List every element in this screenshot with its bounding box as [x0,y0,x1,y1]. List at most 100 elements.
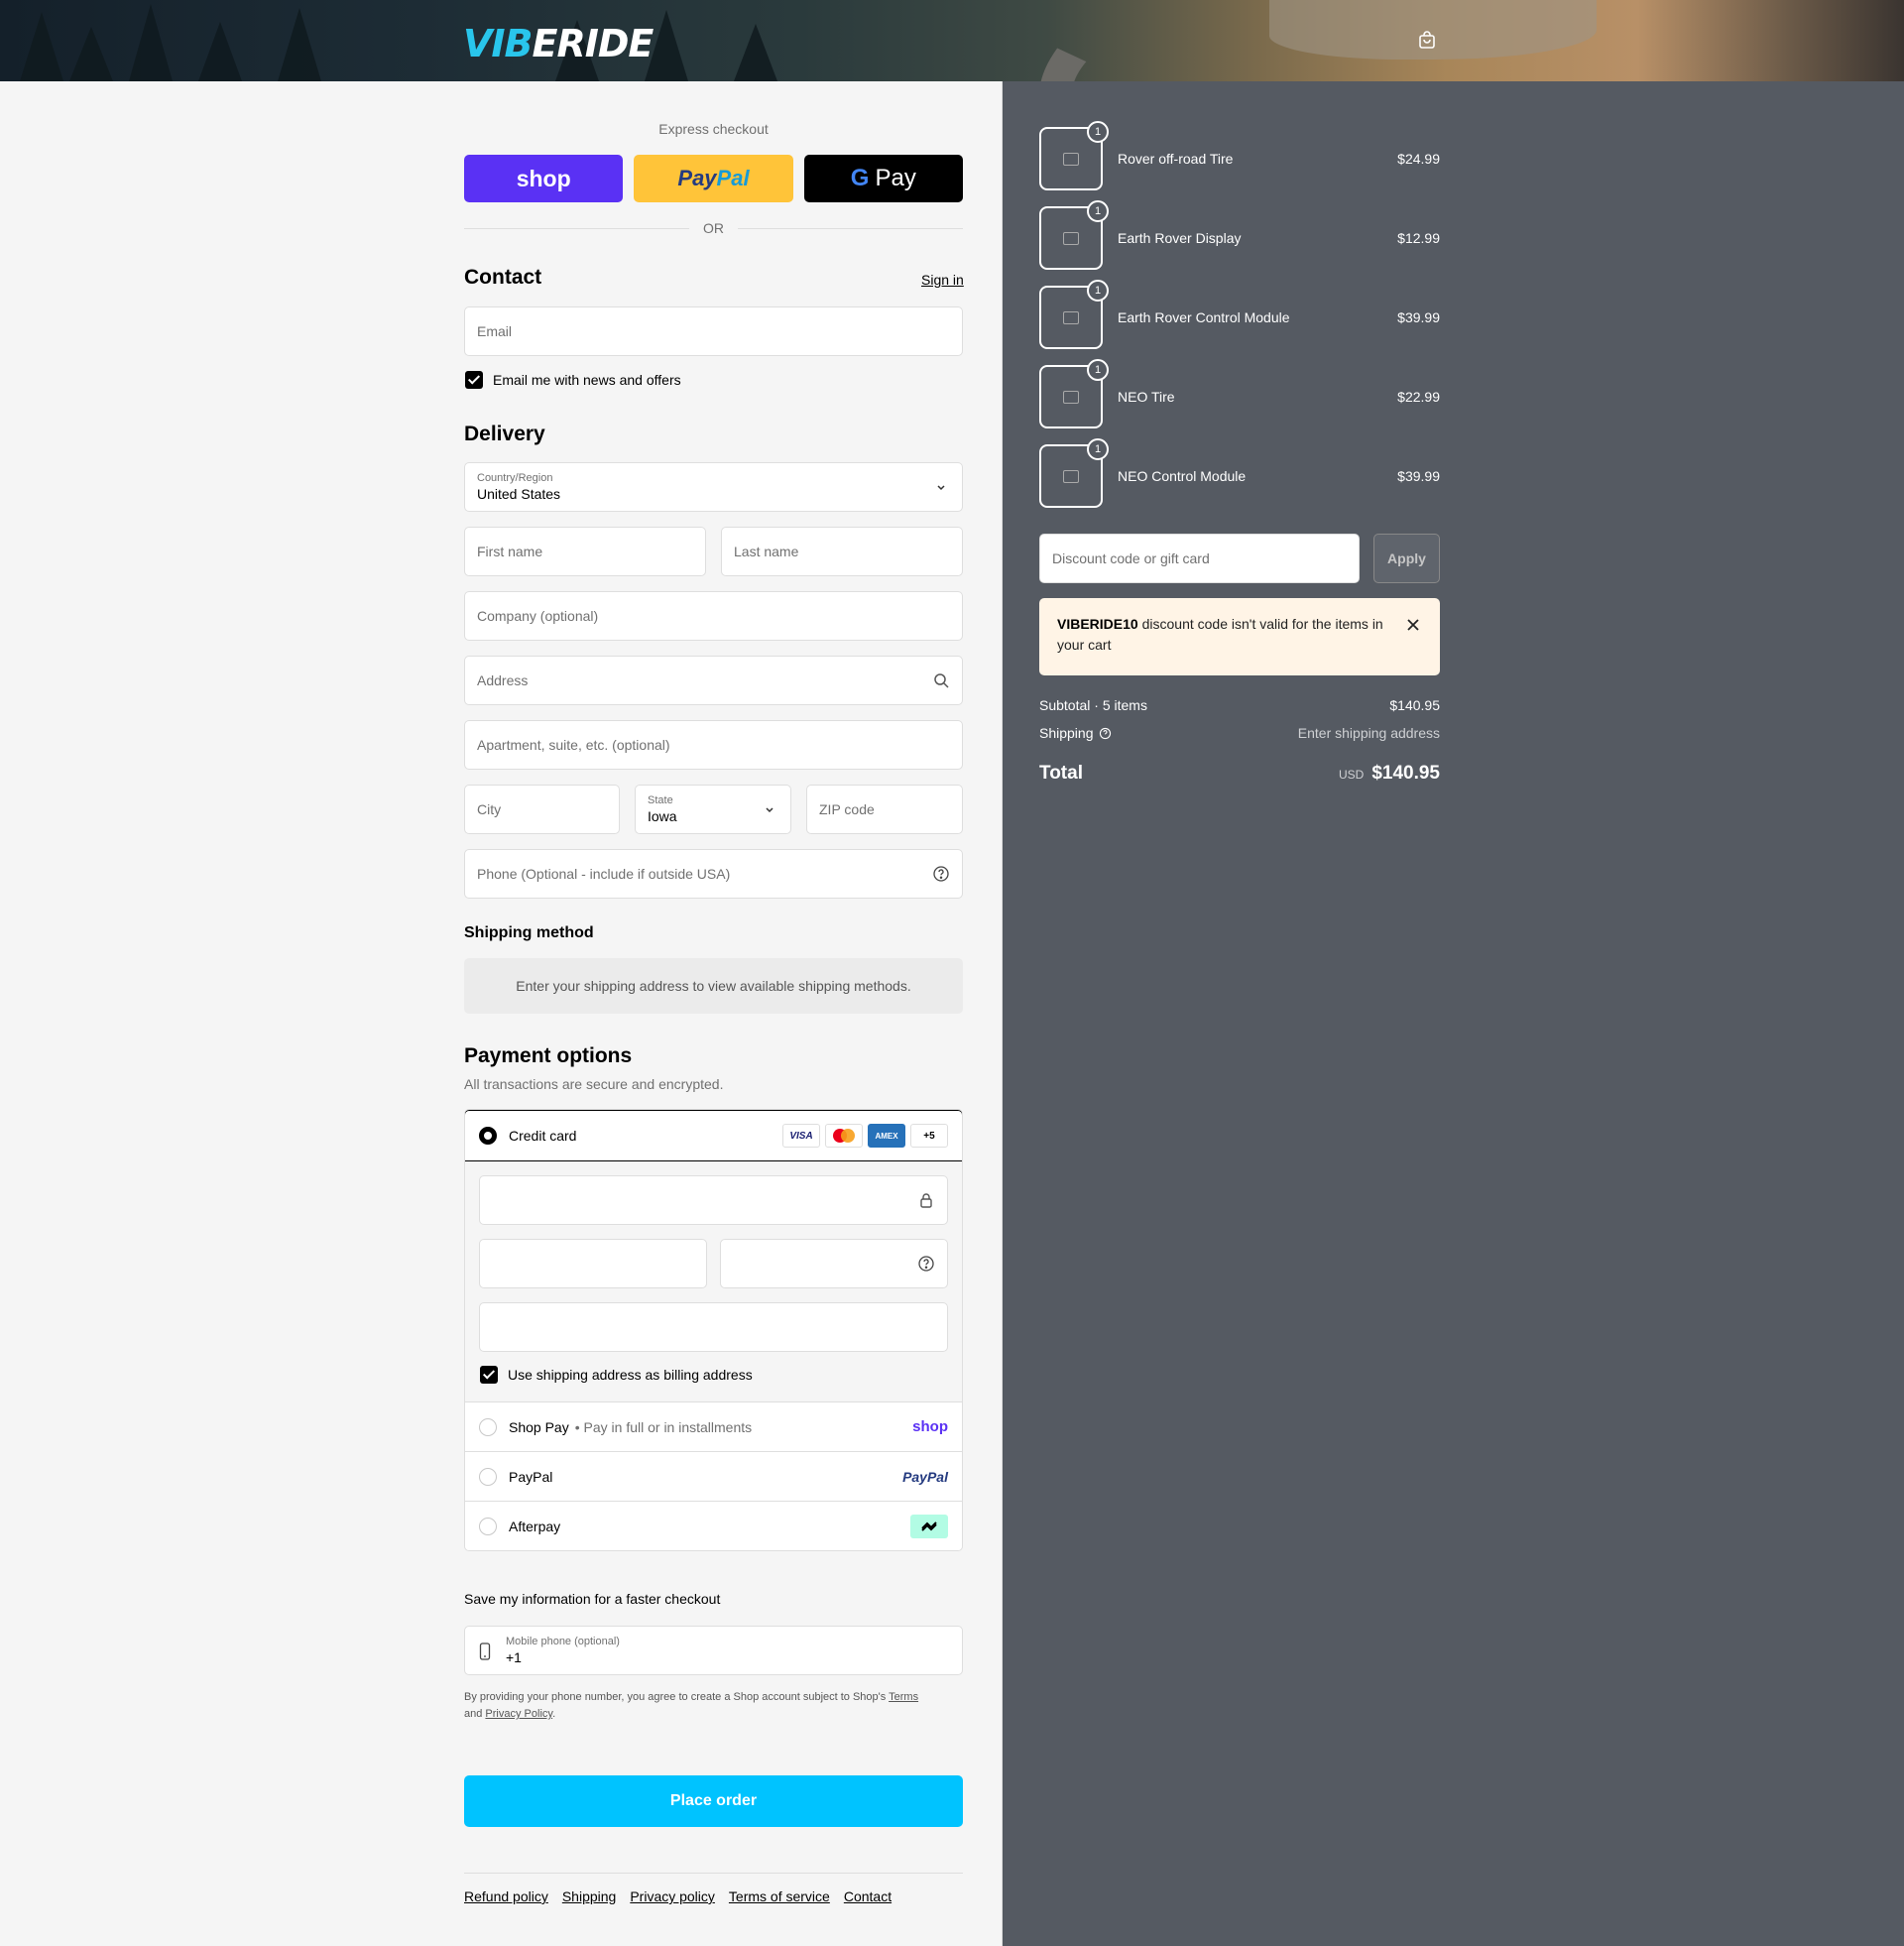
help-circle-icon[interactable] [1099,727,1112,740]
contact-link[interactable]: Contact [844,1888,892,1904]
visa-icon: VISA [782,1124,820,1148]
banner-road [1012,0,1408,81]
close-icon[interactable] [1406,618,1420,632]
refund-policy-link[interactable]: Refund policy [464,1888,548,1904]
apply-discount-button[interactable]: Apply [1373,534,1440,583]
cart-item: 1 Rover off-road Tire $24.99 [1039,121,1440,190]
express-checkout-buttons: shop Pay Pal G Pay [464,155,963,202]
shopping-bag-icon[interactable] [1417,30,1437,50]
first-name-field[interactable]: First name [464,527,706,576]
news-checkbox-row[interactable]: Email me with news and offers [465,371,681,389]
sign-in-link[interactable]: Sign in [921,272,964,288]
country-label: Country/Region [477,472,553,484]
order-summary-column [1002,81,1904,1946]
paypal-logo: PayPal [902,1468,948,1485]
viberide-logo[interactable]: VIBERIDE [463,22,654,65]
banner-tree [129,4,173,81]
shop-pay-logo: shop [912,1418,948,1435]
product-thumbnail: 1 [1039,280,1109,349]
help-circle-icon[interactable] [917,1255,935,1273]
afterpay-logo-icon [910,1514,948,1538]
discount-code: VIBERIDE10 [1057,616,1138,632]
city-field[interactable]: City [464,785,620,834]
discount-error-alert: VIBERIDE10 discount code isn't valid for… [1039,598,1440,675]
help-circle-icon[interactable] [932,865,950,883]
product-name: Rover off-road Tire [1118,151,1234,167]
billing-checkbox[interactable] [480,1366,498,1384]
afterpay-radio[interactable] [479,1517,497,1535]
address-field[interactable]: Address [464,656,963,705]
paypal-option[interactable]: PayPal PayPal [465,1451,962,1501]
news-checkbox[interactable] [465,371,483,389]
state-select[interactable]: State Iowa [635,785,791,834]
banner-tree [20,12,63,81]
mobile-phone-field[interactable]: Mobile phone (optional) +1 [464,1626,963,1675]
express-checkout-label: Express checkout [658,121,769,137]
image-placeholder-icon [1063,310,1079,324]
shipping-method-title: Shipping method [464,924,594,941]
image-placeholder-icon [1063,469,1079,483]
product-thumbnail: 1 [1039,121,1109,190]
product-price: $39.99 [1397,309,1440,325]
card-logos: VISA AMEX +5 [782,1124,948,1148]
cart-item: 1 Earth Rover Control Module $39.99 [1039,280,1440,349]
product-price: $24.99 [1397,151,1440,167]
address-placeholder: Address [477,672,529,688]
product-thumbnail: 1 [1039,359,1109,428]
shop-pay-option[interactable]: Shop Pay • Pay in full or in installment… [465,1401,962,1451]
company-field[interactable]: Company (optional) [464,591,963,641]
afterpay-option[interactable]: Afterpay [465,1501,962,1550]
product-name: Earth Rover Control Module [1118,309,1290,325]
shipping-row: Shipping Enter shipping address [1039,725,1440,741]
place-order-button[interactable]: Place order [464,1775,963,1827]
card-expiry-field[interactable] [479,1239,707,1288]
chevron-down-icon [937,485,945,491]
quantity-badge: 1 [1087,359,1109,381]
quantity-badge: 1 [1087,438,1109,460]
product-price: $39.99 [1397,468,1440,484]
shop-pay-express-button[interactable]: shop [464,155,624,202]
total-value: $140.95 [1371,763,1440,784]
credit-card-radio[interactable] [479,1127,497,1145]
shipping-link[interactable]: Shipping [562,1888,617,1904]
payment-title: Payment options [464,1044,633,1067]
or-divider: OR [464,220,963,236]
subtotal-label: Subtotal · 5 items [1039,697,1147,713]
google-g-icon: G [850,165,870,191]
product-name: NEO Tire [1118,389,1175,405]
quantity-badge: 1 [1087,200,1109,222]
last-name-field[interactable]: Last name [721,527,963,576]
credit-card-option[interactable]: Credit card VISA AMEX +5 [465,1110,962,1161]
banner-tree [734,24,777,81]
zip-field[interactable]: ZIP code [806,785,963,834]
delivery-title: Delivery [464,423,545,445]
billing-checkbox-row[interactable]: Use shipping address as billing address [480,1366,753,1384]
privacy-policy-footer-link[interactable]: Privacy policy [630,1888,715,1904]
privacy-policy-link[interactable]: Privacy Policy [485,1708,552,1720]
card-name-field[interactable] [479,1302,948,1352]
card-cvv-field[interactable] [720,1239,948,1288]
shipping-label: Shipping [1039,725,1094,741]
apartment-field[interactable]: Apartment, suite, etc. (optional) [464,720,963,770]
product-price: $12.99 [1397,230,1440,246]
billing-checkbox-label: Use shipping address as billing address [508,1367,753,1383]
news-checkbox-label: Email me with news and offers [493,372,681,388]
quantity-badge: 1 [1087,280,1109,302]
discount-code-input[interactable]: Discount code or gift card [1039,534,1360,583]
payment-options-box: Credit card VISA AMEX +5 Use shipping ad… [464,1109,963,1551]
more-cards-badge: +5 [910,1124,948,1148]
card-number-field[interactable] [479,1175,948,1225]
google-pay-express-button[interactable]: G Pay [803,155,963,202]
save-info-title: Save my information for a faster checkou… [464,1591,721,1607]
terms-link[interactable]: Terms [889,1691,918,1703]
paypal-express-button[interactable]: Pay Pal [634,155,793,202]
country-select[interactable]: Country/Region United States [464,462,963,512]
lock-icon [920,1193,932,1208]
phone-field[interactable]: Phone (Optional - include if outside USA… [464,849,963,899]
paypal-radio[interactable] [479,1467,497,1486]
shop-pay-sublabel: • Pay in full or in installments [574,1418,753,1435]
terms-of-service-link[interactable]: Terms of service [729,1888,830,1904]
afterpay-label: Afterpay [509,1518,561,1534]
shop-pay-radio[interactable] [479,1417,497,1436]
email-field[interactable]: Email [464,306,963,356]
